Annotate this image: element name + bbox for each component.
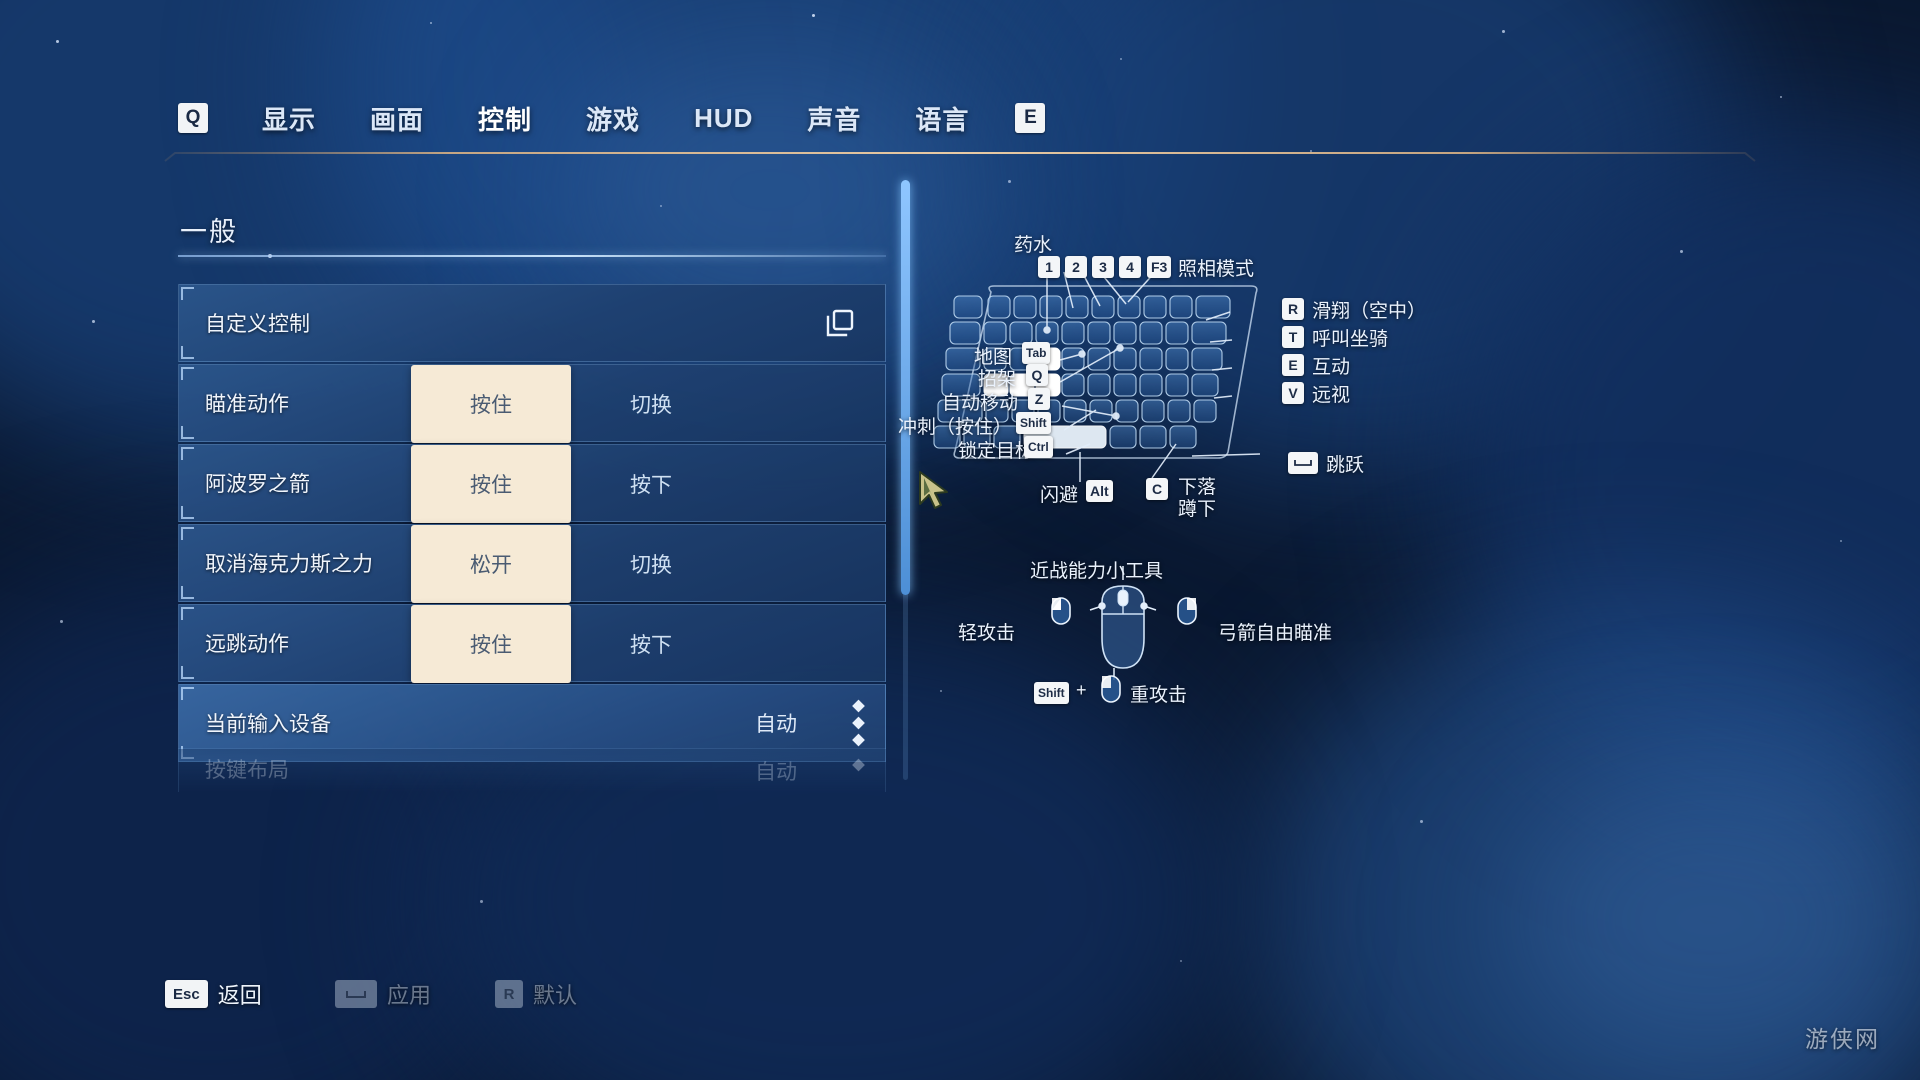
option-alternate[interactable]: 切换: [571, 365, 731, 443]
potion-key-4: 4: [1119, 256, 1141, 278]
back-key[interactable]: Esc: [165, 980, 208, 1008]
controls-diagram: 药水 1 2 3 4 F3 照相模式 地图 Tab 招架 Q 自动移动 Z 冲刺…: [898, 230, 1920, 870]
setting-row-far-jump[interactable]: 远跳动作 按住 按下: [178, 604, 886, 683]
dodge-key: Alt: [1086, 480, 1113, 502]
photo-mode-key: F3: [1147, 256, 1172, 278]
tab-hud[interactable]: HUD: [694, 103, 753, 134]
tab-gameplay[interactable]: 游戏: [586, 100, 640, 137]
setting-row-keyboard-layout-partial[interactable]: 按键布局 自动: [178, 748, 886, 792]
mouse-diagram-svg: [1051, 566, 1197, 703]
setting-row-aim-action[interactable]: 瞄准动作 按住 切换: [178, 364, 886, 443]
setting-label: 按键布局: [205, 759, 289, 782]
tab-sound[interactable]: 声音: [807, 100, 861, 137]
tab-language[interactable]: 语言: [915, 100, 969, 137]
lock-on-key: Ctrl: [1024, 436, 1053, 458]
prev-tab-key[interactable]: Q: [178, 103, 208, 133]
heavy-attack-label: 重攻击: [1130, 685, 1188, 706]
setting-label: 当前输入设备: [205, 713, 331, 736]
interact-label: 互动: [1312, 357, 1351, 378]
option-selected[interactable]: 按住: [411, 365, 571, 443]
setting-row-apollo-arrow[interactable]: 阿波罗之箭 按住 按下: [178, 444, 886, 523]
parry-label: 招架: [978, 369, 1017, 390]
photo-mode-label: 照相模式: [1178, 259, 1255, 280]
section-divider: [178, 255, 886, 257]
crouch-key: C: [1146, 478, 1168, 500]
settings-tab-bar: Q 显示 画面 控制 游戏 HUD 声音 语言 E: [0, 88, 1920, 148]
far-sight-key: V: [1282, 382, 1304, 404]
default-label: 默认: [533, 983, 578, 1008]
lock-on-label: 锁定目标: [958, 441, 1035, 462]
stepper-diamonds-icon[interactable]: [852, 758, 865, 772]
setting-label: 取消海克力斯之力: [205, 553, 373, 576]
setting-label: 自定义控制: [205, 313, 310, 336]
mount-label: 呼叫坐骑: [1312, 329, 1389, 350]
scrollbar-thumb[interactable]: [901, 180, 910, 595]
stepper-diamonds-icon[interactable]: [852, 699, 865, 747]
option-alternate[interactable]: 切换: [571, 525, 731, 603]
keyboard-diagram-svg: [933, 269, 1261, 482]
default-key[interactable]: R: [495, 980, 523, 1008]
map-key: Tab: [1022, 342, 1051, 364]
mount-key: T: [1282, 326, 1304, 348]
auto-move-label: 自动移动: [942, 393, 1019, 414]
interact-key: E: [1282, 354, 1304, 376]
potion-key-2: 2: [1065, 256, 1087, 278]
setting-row-cancel-herakles[interactable]: 取消海克力斯之力 松开 切换: [178, 524, 886, 603]
heavy-attack-modifier-key: Shift: [1034, 682, 1069, 704]
watermark: 游侠网: [1805, 1026, 1880, 1052]
copy-icon: [823, 306, 857, 340]
setting-value: 自动: [755, 761, 797, 784]
setting-row-custom-controls[interactable]: 自定义控制: [178, 284, 886, 362]
melee-gadget-label: 近战能力小工具: [1030, 561, 1164, 582]
crouch-label-line2: 蹲下: [1178, 499, 1217, 520]
potion-key-1: 1: [1038, 256, 1060, 278]
light-attack-label: 轻攻击: [958, 623, 1016, 644]
potion-key-3: 3: [1092, 256, 1114, 278]
auto-move-key: Z: [1028, 388, 1050, 410]
back-label: 返回: [217, 983, 262, 1008]
sprint-label: 冲刺（按住）: [898, 417, 1013, 438]
dodge-label: 闪避: [1040, 485, 1079, 506]
footer-back[interactable]: Esc 返回: [165, 978, 262, 1010]
option-selected[interactable]: 按住: [411, 445, 571, 523]
setting-label: 阿波罗之箭: [205, 473, 310, 496]
apply-key[interactable]: [335, 980, 377, 1008]
section-title: 一般: [180, 217, 238, 247]
heavy-attack-plus: +: [1076, 680, 1087, 700]
footer-apply[interactable]: 应用: [335, 978, 431, 1010]
setting-value: 自动: [755, 713, 797, 736]
bow-free-aim-label: 弓箭自由瞄准: [1218, 623, 1333, 644]
tab-display[interactable]: 显示: [262, 100, 316, 137]
glide-key: R: [1282, 298, 1304, 320]
option-alternate[interactable]: 按下: [571, 445, 731, 523]
space-bar-icon: [346, 990, 366, 998]
setting-label: 瞄准动作: [205, 393, 289, 416]
setting-label: 远跳动作: [205, 633, 289, 656]
potion-label: 药水: [1014, 235, 1053, 256]
space-bar-icon: [1294, 460, 1312, 466]
far-sight-label: 远视: [1312, 385, 1351, 406]
option-selected[interactable]: 松开: [411, 525, 571, 603]
apply-label: 应用: [387, 983, 432, 1008]
jump-label: 跳跃: [1326, 455, 1365, 476]
tab-graphics[interactable]: 画面: [370, 100, 424, 137]
nav-divider: [164, 150, 1756, 164]
tab-controls[interactable]: 控制: [478, 100, 532, 137]
parry-key: Q: [1026, 364, 1048, 386]
option-selected[interactable]: 按住: [411, 605, 571, 683]
settings-panel: 一般 自定义控制 瞄准动作 按住 切换 阿波罗之箭 按住 按下 取消海克力斯之力…: [0, 180, 900, 820]
footer-default[interactable]: R 默认: [495, 978, 577, 1010]
next-tab-key[interactable]: E: [1015, 103, 1046, 133]
sprint-key: Shift: [1016, 412, 1051, 434]
jump-key: [1288, 452, 1318, 474]
option-alternate[interactable]: 按下: [571, 605, 731, 683]
glide-label: 滑翔（空中）: [1312, 301, 1427, 322]
footer-actions: Esc 返回 应用 R 默认: [0, 978, 1920, 1024]
